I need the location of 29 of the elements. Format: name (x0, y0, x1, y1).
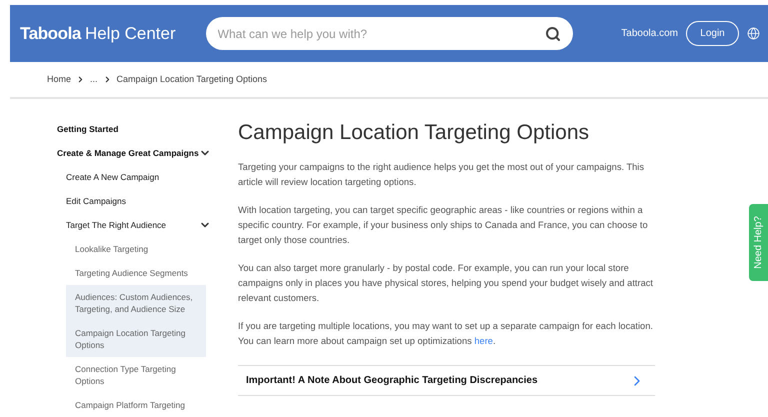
accordion-row[interactable]: Important! A Note About Geographic Targeting Discrepancies (238, 366, 655, 395)
article-title: Campaign Location Targeting Options (238, 120, 590, 146)
article-paragraph: If you are targeting multiple locations, you may want to set up a separate campaign for each location. You can learn more about campaign set up optimizations here. (238, 320, 654, 348)
site-link[interactable]: Taboola.com (621, 26, 678, 41)
breadcrumb-link[interactable]: ... (90, 72, 98, 86)
login-button[interactable]: Login (686, 21, 739, 46)
search-input[interactable]: What can we help you with? (218, 24, 545, 42)
breadcrumb-link[interactable]: Campaign Location Targeting Options (116, 72, 267, 86)
search-field[interactable]: What can we help you with? (206, 17, 573, 50)
logo[interactable]: Taboola (20, 20, 81, 46)
article-paragraph: Targeting your campaigns to the right audience helps you get the most out of your campaigns. This article will review location targeting options. (238, 161, 646, 189)
sidebar-item[interactable]: Getting Started (57, 117, 215, 141)
sidebar-item[interactable]: Create A New Campaign (57, 165, 215, 189)
here-link[interactable]: here (474, 336, 493, 346)
sidebar-item[interactable]: Target The Right Audience (57, 213, 215, 237)
sidebar-item[interactable]: Edit Campaigns (57, 189, 215, 213)
sidebar-item[interactable]: Audiences: Custom Audiences, Targeting, and Audience Size (66, 285, 206, 321)
site-title: Help Center (84, 22, 176, 45)
sidebar-item[interactable]: Lookalike Targeting (66, 237, 206, 261)
sidebar-item[interactable]: Connection Type Targeting Options (66, 357, 206, 393)
article-paragraph: You can also target more granularly - by postal code. For example, you can run your local store campaigns only in places you have physical stores, helping you spend your budget wisely and attract relevant customers. (238, 262, 654, 305)
article-paragraph: With location targeting, you can target specific geographic areas - like countries or regions within a specific country. For example, if your business only ships to Canada and France, you can choose to target only those countries. (238, 204, 649, 247)
breadcrumb-link[interactable]: Home (47, 72, 72, 86)
globe-icon[interactable] (747, 27, 760, 40)
sidebar-item[interactable]: Campaign Platform Targeting (66, 393, 206, 417)
sidebar-item[interactable]: Campaign Location Targeting Options (66, 321, 206, 357)
sidebar-item[interactable]: Create & Manage Great Campaigns (57, 141, 215, 165)
sidebar-item[interactable]: Targeting Audience Segments (66, 261, 206, 285)
search-icon[interactable] (544, 26, 561, 42)
